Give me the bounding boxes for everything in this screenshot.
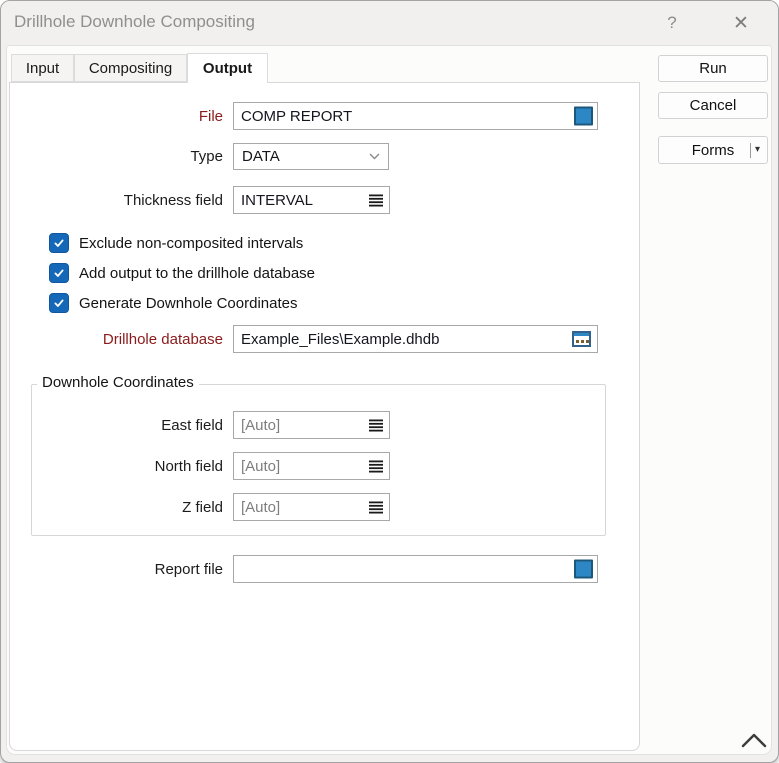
browse-database-button[interactable] (572, 330, 593, 348)
file-row: File (1, 102, 598, 130)
report-file-field (233, 555, 598, 583)
type-dropdown[interactable]: DATA (233, 143, 389, 170)
tab-output[interactable]: Output (187, 53, 268, 83)
east-field-label: East field (1, 417, 223, 434)
hamburger-icon (369, 501, 383, 514)
browse-window-icon (572, 331, 591, 347)
drillhole-database-row: Drillhole database (1, 325, 598, 353)
exclude-intervals-checkbox[interactable] (49, 233, 69, 253)
exclude-intervals-row: Exclude non-composited intervals (49, 231, 303, 255)
north-field-label: North field (1, 458, 223, 475)
forms-button[interactable]: Forms ▾ (658, 136, 768, 164)
dialog-window: Drillhole Downhole Compositing ? ✕ Input… (0, 0, 779, 763)
drillhole-database-input[interactable] (233, 325, 598, 353)
generate-coordinates-checkbox[interactable] (49, 293, 69, 313)
collapse-button[interactable] (737, 728, 771, 754)
thickness-field (233, 186, 390, 214)
check-icon (53, 267, 65, 279)
hamburger-icon (369, 194, 383, 207)
split-divider (750, 143, 751, 158)
forms-dropdown-toggle[interactable]: ▾ (750, 137, 760, 163)
east-field-row: East field (1, 411, 390, 439)
check-icon (53, 237, 65, 249)
chevron-up-icon (740, 731, 768, 749)
z-field-list-button[interactable] (368, 500, 384, 514)
report-file-select-button[interactable] (574, 560, 593, 579)
drillhole-database-label: Drillhole database (1, 331, 223, 348)
report-file-input[interactable] (233, 555, 598, 583)
hamburger-icon (369, 419, 383, 432)
report-file-label: Report file (1, 561, 223, 578)
add-output-row: Add output to the drillhole database (49, 261, 315, 285)
generate-coordinates-row: Generate Downhole Coordinates (49, 291, 297, 315)
type-field: DATA (233, 143, 389, 170)
z-field-row: Z field (1, 493, 390, 521)
help-button[interactable]: ? (659, 9, 685, 37)
downhole-coordinates-group-title: Downhole Coordinates (37, 374, 199, 391)
file-field (233, 102, 598, 130)
run-button[interactable]: Run (658, 55, 768, 82)
hamburger-icon (369, 460, 383, 473)
check-icon (53, 297, 65, 309)
thickness-field-list-button[interactable] (368, 193, 384, 207)
type-dropdown-value: DATA (242, 148, 280, 165)
east-field-input[interactable] (233, 411, 390, 439)
thickness-field-row: Thickness field (1, 186, 390, 214)
tab-compositing[interactable]: Compositing (74, 54, 187, 82)
north-field-row: North field (1, 452, 390, 480)
type-label: Type (1, 148, 223, 165)
file-label: File (1, 108, 223, 125)
z-field-input[interactable] (233, 493, 390, 521)
z-field-label: Z field (1, 499, 223, 516)
add-output-label[interactable]: Add output to the drillhole database (79, 265, 315, 282)
thickness-field-label: Thickness field (1, 192, 223, 209)
east-field-list-button[interactable] (368, 418, 384, 432)
type-row: Type DATA (1, 142, 389, 170)
report-file-row: Report file (1, 555, 598, 583)
exclude-intervals-label[interactable]: Exclude non-composited intervals (79, 235, 303, 252)
dropdown-arrow-icon: ▾ (755, 145, 760, 155)
generate-coordinates-label[interactable]: Generate Downhole Coordinates (79, 295, 297, 312)
drillhole-database-field (233, 325, 598, 353)
cancel-button[interactable]: Cancel (658, 92, 768, 119)
close-button[interactable]: ✕ (725, 9, 757, 37)
north-field (233, 452, 390, 480)
north-field-list-button[interactable] (368, 459, 384, 473)
file-select-button[interactable] (574, 107, 593, 126)
east-field (233, 411, 390, 439)
file-input[interactable] (233, 102, 598, 130)
thickness-field-input[interactable] (233, 186, 390, 214)
forms-button-label: Forms (692, 142, 735, 159)
north-field-input[interactable] (233, 452, 390, 480)
add-output-checkbox[interactable] (49, 263, 69, 283)
z-field (233, 493, 390, 521)
chevron-down-icon (369, 153, 380, 160)
title-bar[interactable]: Drillhole Downhole Compositing ? ✕ (1, 1, 778, 45)
tab-input[interactable]: Input (11, 54, 74, 82)
window-title: Drillhole Downhole Compositing (14, 12, 255, 32)
